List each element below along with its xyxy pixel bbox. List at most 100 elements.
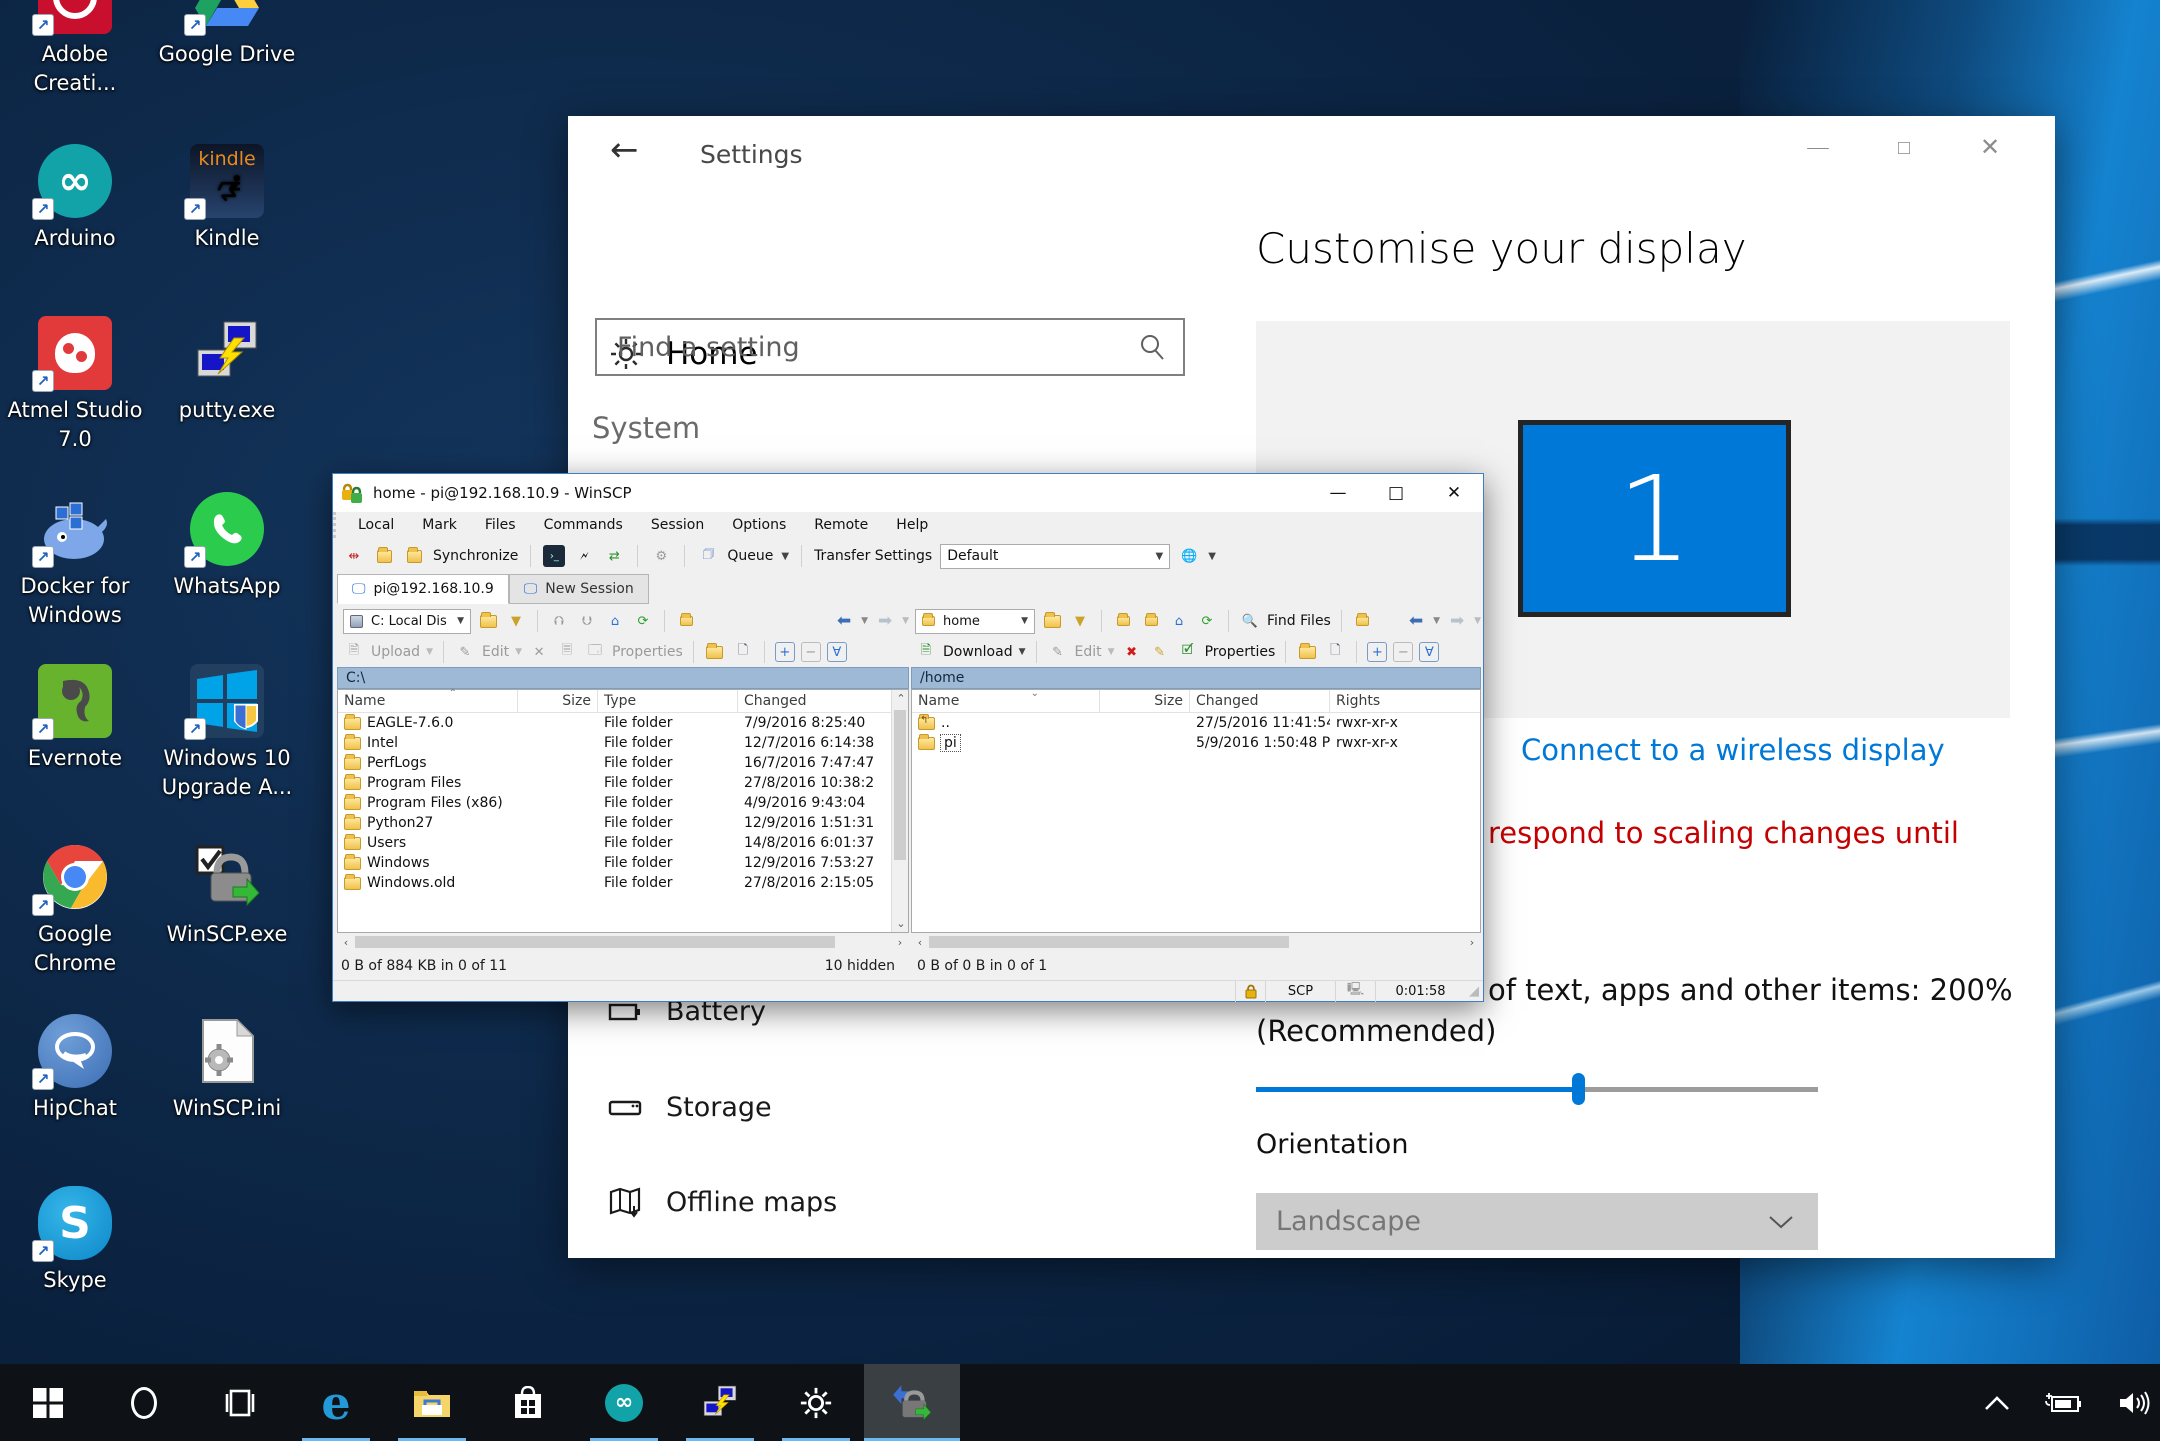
parent-directory-icon[interactable]: ⮉	[548, 610, 570, 632]
file-row-selected[interactable]: pi 5/9/2016 1:50:48 PM rwxr-xr-x	[912, 733, 1480, 753]
winscp-title-bar[interactable]: home - pi@192.168.10.9 - WinSCP — □ ✕	[333, 474, 1483, 512]
search-icon[interactable]	[1137, 332, 1167, 362]
column-header-rights[interactable]: Rights	[1330, 690, 1440, 712]
unselect-files-icon[interactable]: −	[801, 642, 821, 662]
transfer-settings-label[interactable]: Transfer Settings	[814, 548, 932, 564]
taskbar-putty[interactable]	[672, 1364, 768, 1441]
scroll-right-arrow[interactable]: ›	[1463, 936, 1481, 949]
sidebar-item-storage[interactable]: Storage	[608, 1092, 772, 1123]
synchronize-browsing-icon[interactable]	[403, 545, 425, 567]
menu-remote[interactable]: Remote	[814, 517, 868, 533]
start-button[interactable]	[0, 1364, 96, 1441]
file-row[interactable]: Windows.old File folder 27/8/2016 2:15:0…	[338, 873, 908, 893]
synchronize-label[interactable]: Synchronize	[433, 548, 518, 564]
connect-wireless-display-link[interactable]: Connect to a wireless display	[1521, 733, 1945, 767]
scroll-down-arrow[interactable]: ⌄	[892, 917, 910, 930]
taskbar-settings[interactable]	[768, 1364, 864, 1441]
transfer-mode-icon[interactable]: ⇄	[603, 545, 625, 567]
find-files-icon[interactable]: 🔍	[1239, 610, 1261, 632]
minimize-button[interactable]: —	[1309, 474, 1367, 512]
preferences-gear-icon[interactable]: ⚙	[650, 545, 672, 567]
scrollbar-thumb[interactable]	[929, 936, 1289, 948]
scaling-slider[interactable]	[1256, 1073, 1818, 1105]
file-row[interactable]: Program Files File folder 27/8/2016 10:3…	[338, 773, 908, 793]
open-directory-icon[interactable]	[1041, 610, 1063, 632]
root-directory-icon[interactable]: ⮋	[576, 610, 598, 632]
taskbar-store[interactable]	[480, 1364, 576, 1441]
menu-commands[interactable]: Commands	[544, 517, 623, 533]
forward-navigation-icon[interactable]: ➡	[874, 610, 896, 632]
desktop-icon-adobe[interactable]: ↗ Adobe Creati...	[0, 0, 151, 98]
queue-dropdown-arrow[interactable]: ▼	[781, 551, 789, 562]
sidebar-item-offline-maps[interactable]: Offline maps	[608, 1186, 837, 1218]
column-header-type[interactable]: Type	[598, 690, 738, 712]
resize-grip[interactable]: ◢	[1465, 981, 1483, 1002]
queue-label[interactable]: Queue	[727, 548, 773, 564]
column-header-name[interactable]: Name⌄	[912, 690, 1100, 712]
taskbar-edge[interactable]: e	[288, 1364, 384, 1441]
directory-tree-icon[interactable]	[675, 610, 697, 632]
tab-session-active[interactable]: 🖵 pi@192.168.10.9	[337, 574, 509, 604]
menu-session[interactable]: Session	[651, 517, 704, 533]
tab-new-session[interactable]: 🖵 New Session	[509, 574, 649, 604]
close-button[interactable]: ✕	[1947, 116, 2033, 178]
maximize-button[interactable]: □	[1861, 116, 1947, 178]
new-folder-icon[interactable]	[704, 641, 726, 663]
column-header-changed[interactable]: Changed	[1190, 690, 1330, 712]
task-view-button[interactable]	[192, 1364, 288, 1441]
new-file-icon[interactable]: 🗋	[1324, 641, 1346, 663]
menu-mark[interactable]: Mark	[422, 517, 457, 533]
right-pane-path[interactable]: /home	[911, 667, 1481, 689]
file-row[interactable]: EAGLE-7.6.0 File folder 7/9/2016 8:25:40	[338, 713, 908, 733]
minimize-button[interactable]: —	[1775, 116, 1861, 178]
back-navigation-icon[interactable]: ⬅	[833, 610, 855, 632]
desktop-icon-docker[interactable]: ↗ Docker for Windows	[0, 492, 151, 630]
filter-icon[interactable]: ▼	[1069, 610, 1091, 632]
desktop-icon-evernote[interactable]: ↗ Evernote	[0, 664, 151, 773]
filter-icon[interactable]: ▼	[505, 610, 527, 632]
column-header-name[interactable]: Name⌃	[338, 690, 518, 712]
show-hidden-icons-chevron[interactable]	[1984, 1395, 2010, 1411]
left-drive-combo[interactable]: C: Local Dis ▼	[343, 609, 471, 634]
queue-icon[interactable]: 🗇	[697, 545, 719, 567]
taskbar-winscp[interactable]	[864, 1364, 960, 1441]
column-header-size[interactable]: Size	[1100, 690, 1190, 712]
left-horizontal-scrollbar[interactable]: ‹ ›	[337, 933, 909, 951]
desktop-icon-arduino[interactable]: ∞ ↗ Arduino	[0, 144, 151, 253]
desktop-icon-hipchat[interactable]: ↗ HipChat	[0, 1014, 151, 1123]
properties-label[interactable]: Properties	[1205, 644, 1276, 660]
scroll-left-arrow[interactable]: ‹	[911, 936, 929, 949]
file-row[interactable]: PerfLogs File folder 16/7/2016 7:47:47	[338, 753, 908, 773]
scroll-up-arrow[interactable]: ⌃	[892, 692, 910, 705]
root-directory-icon[interactable]	[1140, 610, 1162, 632]
scrollbar-thumb[interactable]	[355, 936, 835, 948]
delete-icon[interactable]: ✖	[1121, 641, 1143, 663]
download-icon[interactable]: 🗎	[915, 641, 937, 663]
new-folder-icon[interactable]	[1296, 641, 1318, 663]
desktop-icon-kindle[interactable]: kindle 🮲 ↗ Kindle	[151, 144, 303, 253]
layout-panes-icon[interactable]: ⇹	[343, 545, 365, 567]
invert-selection-icon[interactable]: ∀	[827, 642, 847, 662]
desktop-icon-chrome[interactable]: ↗ Google Chrome	[0, 840, 151, 978]
desktop-icon-putty[interactable]: putty.exe	[151, 316, 303, 425]
parent-directory-icon[interactable]	[1112, 610, 1134, 632]
right-file-panel[interactable]: Name⌄ Size Changed Rights ↰.. 27/5/2016 …	[911, 689, 1481, 933]
compare-directories-icon[interactable]	[373, 545, 395, 567]
console-icon[interactable]: ›_	[543, 545, 565, 567]
scrollbar-thumb[interactable]	[894, 710, 906, 860]
menu-files[interactable]: Files	[485, 517, 516, 533]
forward-navigation-icon[interactable]: ➡	[1446, 610, 1468, 632]
desktop-icon-google-drive[interactable]: ↗ Google Drive	[151, 0, 303, 69]
menu-options[interactable]: Options	[732, 517, 786, 533]
refresh-icon[interactable]: ⟳	[632, 610, 654, 632]
back-arrow-icon[interactable]: ←	[610, 130, 639, 170]
slider-handle[interactable]	[1572, 1073, 1585, 1105]
maximize-button[interactable]: □	[1367, 474, 1425, 512]
file-row[interactable]: Windows File folder 12/9/2016 7:53:27	[338, 853, 908, 873]
battery-charging-icon[interactable]	[2044, 1391, 2084, 1415]
search-box[interactable]: Find a setting	[595, 318, 1185, 376]
back-navigation-icon[interactable]: ⬅	[1405, 610, 1427, 632]
unselect-files-icon[interactable]: −	[1393, 642, 1413, 662]
file-row[interactable]: ↰.. 27/5/2016 11:41:54 AM rwxr-xr-x	[912, 713, 1480, 733]
new-file-icon[interactable]: 🗋	[732, 641, 754, 663]
